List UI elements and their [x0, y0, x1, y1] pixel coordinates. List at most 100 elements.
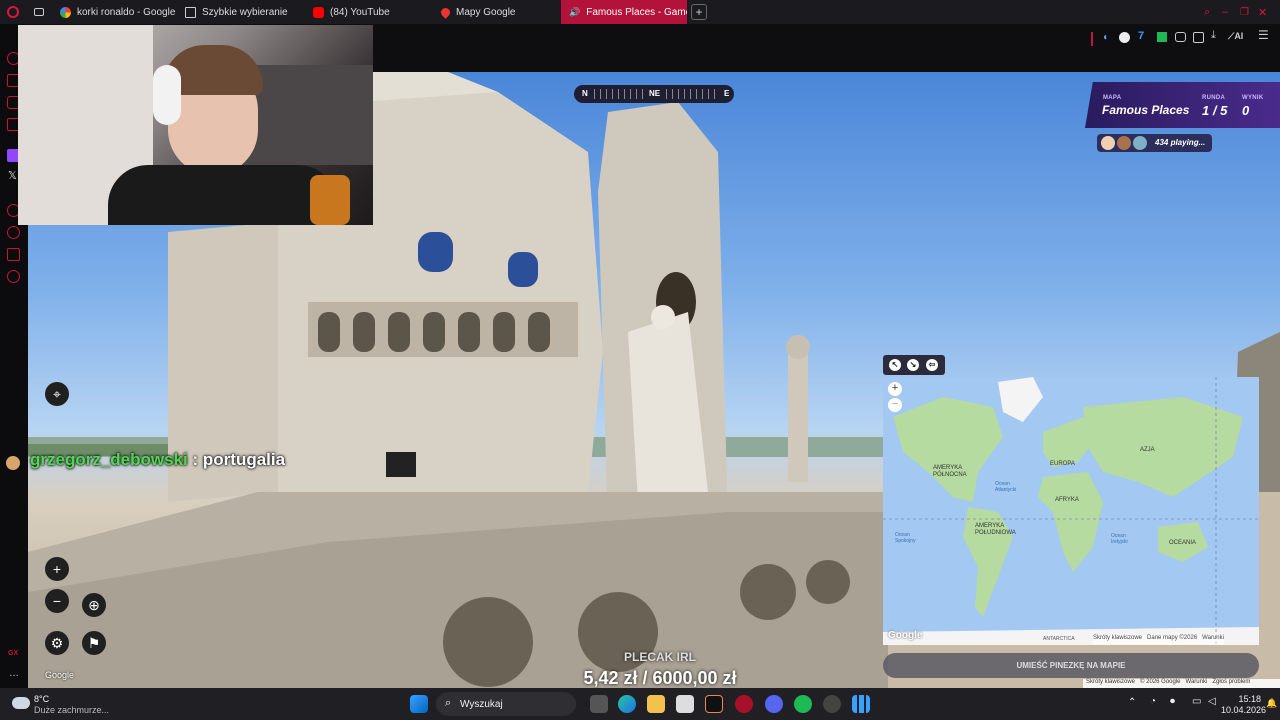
map-pin-toggle-icon[interactable]: ⇦ — [926, 359, 938, 371]
sidebar-gx-icon[interactable]: GX — [8, 650, 18, 657]
attr-shortcuts[interactable]: Skróty klawiszowe — [1086, 679, 1135, 685]
label-antarctica: ANTARCTICA — [1043, 636, 1075, 642]
map-footer-data: Dane mapy ©2026 — [1147, 635, 1198, 641]
file-explorer-icon[interactable] — [647, 695, 665, 713]
donation-goal-overlay: PLECAK IRL 5,42 zł / 6000,00 zł — [560, 650, 760, 689]
sidebar-x-icon[interactable]: 𝕏 — [8, 169, 17, 182]
extensions-puzzle-icon[interactable] — [1175, 32, 1186, 42]
tab-youtube[interactable]: (84) YouTube — [305, 0, 433, 24]
sidebar-settings-icon[interactable] — [7, 270, 20, 283]
browser-tab-bar: korki ronaldo - Google Sea Szybkie wybie… — [0, 0, 1280, 24]
map-footer: Skróty klawiszowe Dane mapy ©2026 Warunk… — [1093, 635, 1224, 645]
weather-temp[interactable]: 8°C — [34, 694, 49, 704]
streamer-webcam — [18, 25, 373, 225]
tab-google-maps[interactable]: Mapy Google — [433, 0, 561, 24]
attr-report[interactable]: Zgłoś problem — [1212, 679, 1250, 685]
tab-google-search[interactable]: korki ronaldo - Google Sea — [52, 0, 177, 24]
google-attribution-bar: Skróty klawiszowe © 2026 Google Warunki … — [1083, 679, 1280, 688]
weather-desc[interactable]: Duże zachmurze... — [34, 705, 109, 715]
search-tabs-icon[interactable]: ⌕ — [1204, 6, 1222, 19]
chevron-up-icon[interactable]: ⌃ — [1128, 697, 1136, 708]
ai-label: AI — [1234, 31, 1244, 41]
extension-green-icon[interactable] — [1157, 32, 1167, 42]
sidebar-history-icon[interactable] — [7, 226, 20, 239]
task-view-icon[interactable] — [590, 695, 608, 713]
steam-icon[interactable] — [823, 695, 841, 713]
volume-icon[interactable]: ◁ — [1208, 696, 1216, 707]
new-tab-button[interactable]: + — [691, 4, 707, 20]
map-zoom-out-button[interactable]: − — [888, 398, 902, 412]
audio-icon[interactable]: ◖ — [1102, 32, 1108, 43]
notification-bell-icon[interactable]: 🔔 — [1266, 698, 1277, 709]
opera-logo-icon[interactable] — [0, 0, 26, 24]
workspaces-icon[interactable] — [26, 0, 52, 24]
map-shrink-icon[interactable]: ↘ — [907, 359, 919, 371]
sidebar-more-icon[interactable]: … — [9, 668, 19, 679]
spotify-icon[interactable] — [794, 695, 812, 713]
compass-ticks — [594, 89, 644, 99]
speed-dial-icon — [185, 6, 196, 18]
tab-label: Famous Places - Game — [586, 6, 687, 18]
map-zoom-in-button[interactable]: + — [888, 382, 902, 396]
webcam-bottle — [310, 175, 350, 225]
label-oceania: OCEANIA — [1169, 540, 1197, 546]
place-pin-button[interactable]: UMIEŚĆ PINEZKĘ NA MAPIE — [883, 653, 1259, 678]
label-north-america: AMERYKA PÓŁNOCNA — [933, 465, 967, 478]
zoom-in-button[interactable]: + — [45, 557, 69, 581]
edge-icon[interactable] — [618, 695, 636, 713]
aria-ai-button[interactable]: ⟋AI — [1228, 31, 1243, 42]
snapshot-icon[interactable] — [1193, 32, 1204, 43]
start-windows-icon[interactable] — [410, 695, 428, 713]
opera-gx-icon[interactable] — [735, 695, 753, 713]
compass-ne: NE — [649, 89, 661, 98]
webcam-shirt — [108, 165, 338, 225]
apps-grid-icon[interactable] — [852, 695, 870, 713]
round-value: 1 / 5 — [1202, 103, 1228, 118]
location-pin-button[interactable]: ⌖ — [45, 382, 69, 406]
tray-app-icon[interactable]: ◔ — [1150, 696, 1156, 707]
map-footer-shortcuts[interactable]: Skróty klawiszowe — [1093, 635, 1142, 641]
network-icon[interactable]: ▭ — [1192, 696, 1201, 707]
store-icon[interactable] — [676, 695, 694, 713]
minimize-icon[interactable]: – — [1222, 6, 1240, 18]
guess-world-map[interactable]: AMERYKA PÓŁNOCNA AMERYKA POŁUDNIOWA EURO… — [883, 377, 1259, 645]
compass-ticks-2 — [666, 89, 718, 99]
map-value: Famous Places — [1102, 103, 1190, 117]
close-window-icon[interactable]: ✕ — [1258, 6, 1280, 19]
compass-bar[interactable]: N NE E — [574, 85, 734, 103]
player-avatar — [1133, 136, 1147, 150]
map-expand-icon[interactable]: ↖ — [889, 359, 901, 371]
tab-label: korki ronaldo - Google Sea — [77, 6, 177, 18]
google-logo: Google — [45, 670, 75, 680]
microphone-icon[interactable]: ⏺ — [1170, 696, 1175, 707]
app-icon[interactable] — [705, 695, 723, 713]
tab-label: Szybkie wybieranie — [202, 6, 288, 18]
discord-icon[interactable] — [765, 695, 783, 713]
clock-time[interactable]: 15:18 — [1221, 694, 1261, 704]
attr-terms[interactable]: Warunki — [1186, 679, 1208, 685]
translate-icon[interactable]: 7 — [1138, 30, 1144, 42]
maps-pin-icon — [439, 5, 452, 19]
extension-icon[interactable] — [1119, 32, 1130, 43]
chat-avatar — [6, 456, 20, 470]
clock-date[interactable]: 10.04.2026 — [1221, 705, 1266, 715]
taskbar-search-box[interactable]: ⌕ Wyszukaj — [436, 692, 576, 716]
maximize-icon[interactable]: ❐ — [1240, 7, 1258, 18]
tab-label: Mapy Google — [456, 6, 516, 18]
chat-username: grzegorz_debowski — [30, 450, 188, 469]
download-icon[interactable]: ⤓ — [1211, 29, 1216, 42]
menu-icon[interactable]: ☰ — [1258, 28, 1269, 42]
return-to-start-button[interactable]: ⊕ — [82, 593, 106, 617]
sidebar-extensions-icon[interactable] — [7, 248, 20, 261]
settings-gear-icon[interactable]: ⚙ — [45, 631, 69, 655]
tab-speed-dial[interactable]: Szybkie wybieranie — [177, 0, 305, 24]
label-asia: AZJA — [1140, 447, 1155, 453]
zoom-out-button[interactable]: − — [45, 589, 69, 613]
search-icon: ⌕ — [445, 697, 452, 709]
tab-famous-places[interactable]: 🔊 Famous Places - Game — [561, 0, 687, 24]
label-indian: Ocean Indyjski — [1111, 533, 1128, 545]
map-google-logo: Google — [888, 630, 923, 641]
toolbar-divider — [1091, 32, 1093, 46]
map-footer-terms[interactable]: Warunki — [1202, 635, 1224, 641]
flag-icon[interactable]: ⚑ — [82, 631, 106, 655]
